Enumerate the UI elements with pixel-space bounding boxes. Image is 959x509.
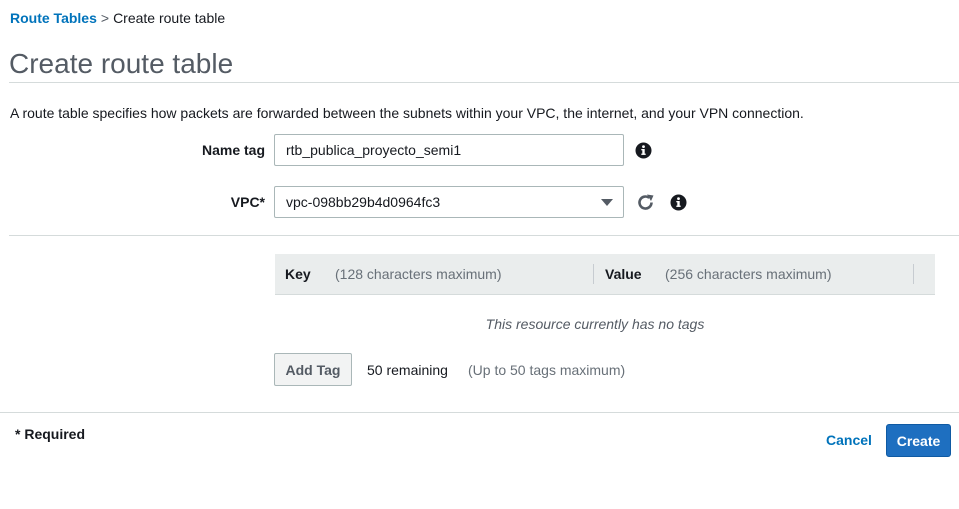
column-divider[interactable] [593, 264, 594, 284]
required-note: * Required [15, 426, 86, 442]
form-divider [9, 235, 959, 236]
tags-table-header: Key (128 characters maximum) Value (256 … [275, 254, 935, 295]
vpc-label: VPC* [230, 194, 265, 210]
vpc-select[interactable]: vpc-098bb29b4d0964fc3 [274, 186, 624, 218]
tags-key-hint: (128 characters maximum) [335, 266, 502, 282]
tags-remaining-count: 50 remaining [367, 362, 448, 378]
create-button[interactable]: Create [886, 424, 951, 457]
vpc-selected-value: vpc-098bb29b4d0964fc3 [286, 194, 441, 210]
tags-max-hint: (Up to 50 tags maximum) [468, 362, 626, 378]
no-tags-message: This resource currently has no tags [485, 316, 705, 332]
column-divider[interactable] [913, 264, 914, 284]
refresh-icon[interactable] [635, 192, 655, 212]
breadcrumb-separator: > [100, 10, 110, 26]
tags-key-header: Key [285, 266, 311, 282]
page-description: A route table specifies how packets are … [10, 105, 804, 121]
title-divider [9, 82, 959, 83]
tags-value-hint: (256 characters maximum) [665, 266, 832, 282]
breadcrumb-route-tables-link[interactable]: Route Tables [10, 10, 97, 26]
tags-value-header: Value [605, 266, 642, 282]
name-tag-info-icon[interactable] [634, 141, 652, 159]
page-title: Create route table [9, 48, 234, 79]
name-tag-label: Name tag [201, 142, 265, 158]
footer-divider [0, 412, 959, 413]
breadcrumb-current: Create route table [113, 10, 226, 26]
cancel-button[interactable]: Cancel [826, 432, 872, 448]
chevron-down-icon [601, 199, 613, 206]
vpc-info-icon[interactable] [669, 193, 687, 211]
add-tag-button[interactable]: Add Tag [274, 353, 352, 386]
breadcrumb: Route Tables > Create route table [10, 10, 225, 26]
name-tag-input[interactable] [274, 134, 624, 166]
